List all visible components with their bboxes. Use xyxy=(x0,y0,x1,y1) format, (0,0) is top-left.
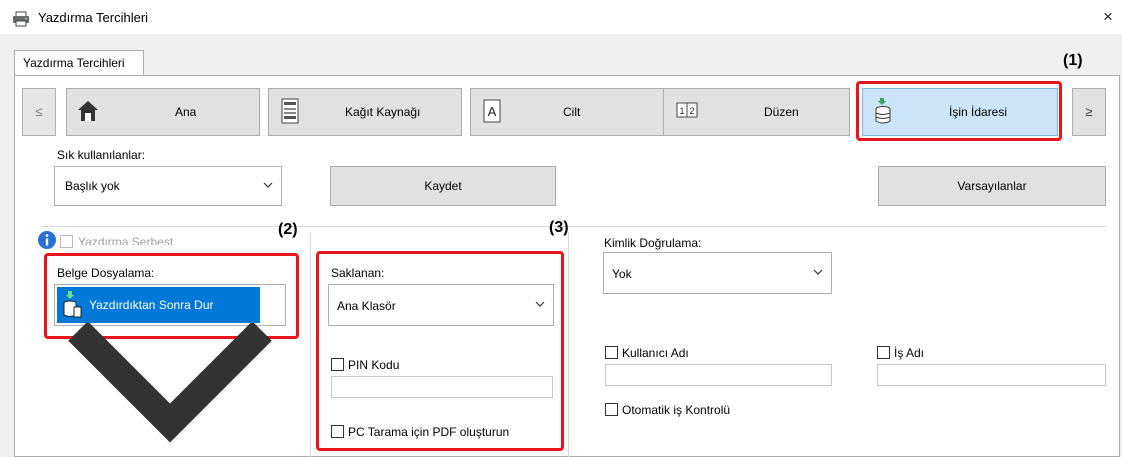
chevron-down-icon xyxy=(813,269,823,275)
paper-tray-icon xyxy=(281,98,299,124)
printer-icon xyxy=(13,11,29,27)
job-name-label: İş Adı xyxy=(894,346,925,360)
column-divider xyxy=(568,232,569,457)
auto-job-control-checkbox[interactable] xyxy=(605,403,618,416)
pin-code-input[interactable] xyxy=(331,376,553,398)
svg-text:2: 2 xyxy=(689,106,694,116)
svg-text:A: A xyxy=(488,104,497,119)
window-title: Yazdırma Tercihleri xyxy=(38,10,149,25)
favorites-value: Başlık yok xyxy=(65,179,120,193)
callout-2: (2) xyxy=(278,221,298,238)
chevron-down-icon xyxy=(263,182,273,188)
pin-code-label: PIN Kodu xyxy=(348,358,400,372)
title-bar: Yazdırma Tercihleri × xyxy=(0,0,1122,34)
callout-3: (3) xyxy=(549,219,569,236)
pdf-scan-checkbox[interactable] xyxy=(331,425,344,438)
layout-icon: 1 2 xyxy=(676,102,698,118)
document-filing-select[interactable]: Yazdırdıktan Sonra Dur xyxy=(54,284,286,443)
ribbon-label-paper-source: Kağıt Kaynağı xyxy=(345,105,421,119)
ribbon-tab-main[interactable]: Ana xyxy=(66,88,260,136)
ribbon-tab-layout[interactable]: 1 2 Düzen xyxy=(663,88,850,136)
job-storage-icon xyxy=(63,291,82,318)
column-divider xyxy=(310,232,311,457)
close-button[interactable]: × xyxy=(1096,6,1120,30)
stored-folder-value: Ana Klasör xyxy=(337,299,396,313)
binding-icon: A xyxy=(483,99,501,123)
highlight-3 xyxy=(316,251,564,451)
ribbon-next-button[interactable]: ≥ xyxy=(1072,88,1106,136)
username-label: Kullanıcı Adı xyxy=(622,346,689,360)
authentication-value: Yok xyxy=(612,267,632,281)
tab-printing-preferences[interactable]: Yazdırma Tercihleri xyxy=(14,50,144,76)
callout-1: (1) xyxy=(1063,52,1083,69)
pin-code-checkbox[interactable] xyxy=(331,358,344,371)
job-name-checkbox[interactable] xyxy=(877,346,890,359)
info-icon xyxy=(38,231,56,249)
home-icon xyxy=(78,101,98,121)
stored-folder-select[interactable]: Ana Klasör xyxy=(328,284,554,326)
defaults-button[interactable]: Varsayılanlar xyxy=(878,166,1106,206)
retention-checkbox[interactable] xyxy=(60,235,73,248)
ribbon-label-binding: Cilt xyxy=(563,105,581,119)
ribbon-prev-button[interactable]: ≤ xyxy=(22,88,56,136)
username-input[interactable] xyxy=(605,364,832,386)
authentication-select[interactable]: Yok xyxy=(603,252,832,294)
chevron-down-icon xyxy=(535,301,545,307)
favorites-label: Sık kullanılanlar: xyxy=(57,148,146,162)
username-checkbox[interactable] xyxy=(605,346,618,359)
authentication-label: Kimlik Doğrulama: xyxy=(604,236,702,250)
stored-label: Saklanan: xyxy=(331,266,385,280)
ribbon-label-layout: Düzen xyxy=(764,105,799,119)
ribbon-label-main: Ana xyxy=(175,105,197,119)
ribbon-tab-paper-source[interactable]: Kağıt Kaynağı xyxy=(268,88,462,136)
svg-text:1: 1 xyxy=(679,106,684,116)
retention-label: Yazdırma Serbest xyxy=(78,235,174,245)
favorites-select[interactable]: Başlık yok xyxy=(54,166,282,206)
document-filing-value: Yazdırdıktan Sonra Dur xyxy=(89,298,214,312)
document-filing-label: Belge Dosyalama: xyxy=(57,266,155,280)
job-name-input[interactable] xyxy=(877,364,1106,386)
highlight-1 xyxy=(856,81,1062,141)
pdf-scan-label: PC Tarama için PDF oluşturun xyxy=(348,425,510,439)
ribbon-tab-binding[interactable]: A Cilt xyxy=(470,88,664,136)
section-divider xyxy=(40,226,1106,227)
auto-job-control-label: Otomatik iş Kontrolü xyxy=(622,403,731,417)
save-button[interactable]: Kaydet xyxy=(330,166,556,206)
